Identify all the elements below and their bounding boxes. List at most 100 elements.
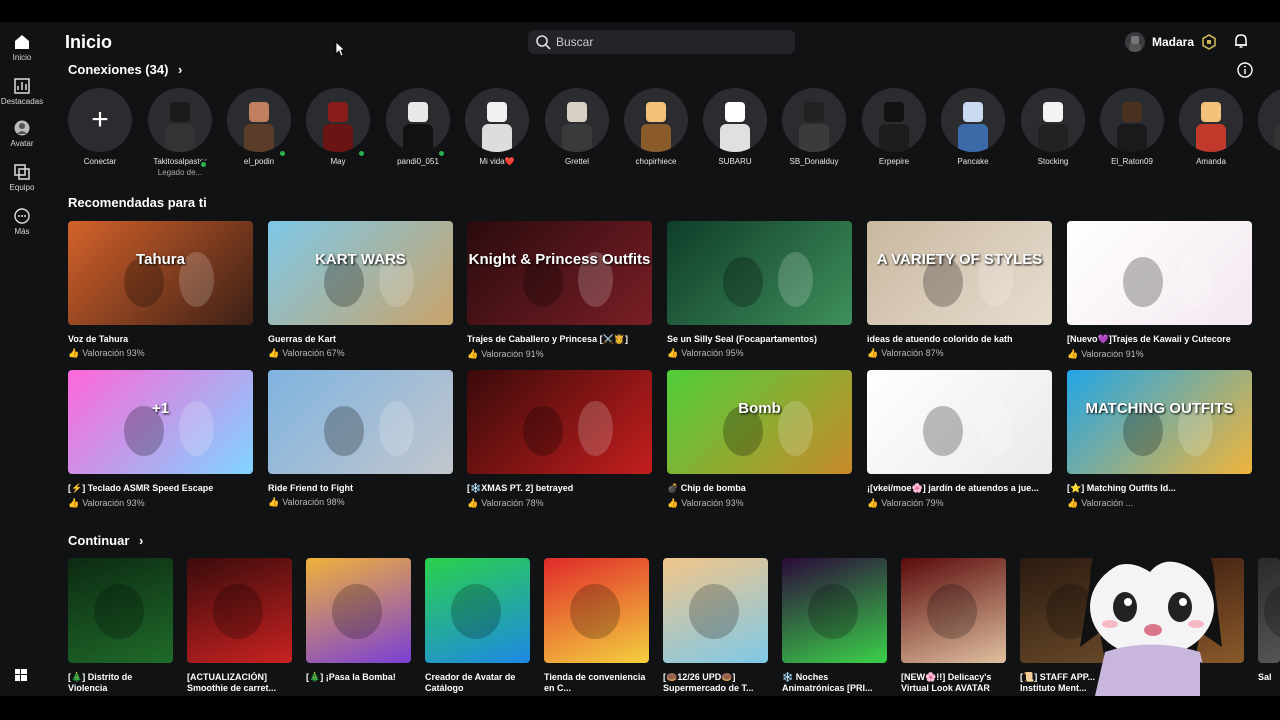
game-rating: 👍 Valoración 98%	[268, 497, 453, 508]
thumbs-up-icon: 👍	[268, 497, 280, 507]
continue-header[interactable]: Continuar ›	[68, 533, 143, 548]
game-thumbnail	[867, 370, 1052, 474]
continue-game-card[interactable]: ❄️ Noches Animatrónicas [PRI...	[782, 558, 887, 694]
friend-item[interactable]: chopirhiece	[622, 88, 690, 166]
friend-item[interactable]: Amanda	[1177, 88, 1245, 166]
game-rating: 👍 Valoración 78%	[467, 498, 652, 509]
friend-avatar	[624, 88, 688, 152]
nav-label: Destacadas	[0, 97, 44, 106]
thumbs-up-icon: 👍	[68, 348, 80, 358]
windows-logo-icon[interactable]	[14, 668, 28, 687]
friend-item[interactable]: M	[1256, 88, 1280, 166]
friend-item[interactable]: el_podin	[225, 88, 293, 166]
rating-text: Valoración ...	[1081, 498, 1134, 508]
nav-item-charts[interactable]: Destacadas	[0, 78, 44, 106]
friend-avatar	[782, 88, 846, 152]
friend-item[interactable]: El_Raton09	[1098, 88, 1166, 166]
game-rating: 👍 Valoración 93%	[68, 498, 253, 509]
rating-text: Valoración 87%	[881, 348, 944, 358]
nav-label: Equipo	[9, 183, 35, 192]
thumbs-up-icon: 👍	[68, 498, 80, 508]
mouse-cursor-icon	[335, 41, 345, 57]
game-card[interactable]: [❄️XMAS PT. 2] betrayed 👍 Valoración 78%	[467, 370, 652, 509]
game-title: [⭐] Matching Outfits Id...	[1067, 483, 1176, 493]
continue-game-card[interactable]: Sal	[1258, 558, 1280, 694]
connections-header[interactable]: Conexiones (34) ›	[68, 62, 182, 77]
continue-game-card[interactable]: [🎄] Distrito de Violencia	[68, 558, 173, 694]
game-title: Sal	[1258, 672, 1272, 682]
continue-game-card[interactable]: [🎄] ¡Pasa la Bomba!	[306, 558, 411, 694]
friend-item[interactable]: Pancake	[939, 88, 1007, 166]
game-title: [⚡] Teclado ASMR Speed Escape	[68, 483, 214, 493]
game-card[interactable]: [Nuevo💜]Trajes de Kawaii y Cutecore 👍 Valo…	[1067, 221, 1252, 360]
info-icon[interactable]	[1237, 62, 1253, 78]
game-card[interactable]: Ride Friend to Fight 👍 Valoración 98%	[268, 370, 453, 508]
game-title: [🎄] ¡Pasa la Bomba!	[306, 672, 396, 682]
friend-name: Pancake	[957, 157, 989, 166]
more-icon	[14, 208, 30, 224]
game-card[interactable]: +1 [⚡] Teclado ASMR Speed Escape 👍 Valoraci…	[68, 370, 253, 509]
continue-game-card[interactable]: [ACTUALIZACIÓN] Smoothie de carret...	[187, 558, 292, 694]
username: Madara	[1152, 35, 1195, 49]
nav-item-more[interactable]: Más	[0, 208, 44, 236]
friend-name: Grettel	[564, 157, 589, 166]
game-card[interactable]: Knight & Princess Outfits Trajes de Cabal…	[467, 221, 652, 360]
friend-avatar	[1179, 88, 1243, 152]
thumbnail-text: Bomb	[738, 400, 781, 417]
friend-name: Mi vida❤️	[479, 157, 515, 166]
friend-avatar	[227, 88, 291, 152]
friend-item[interactable]: SUBARU	[701, 88, 769, 166]
search-bar[interactable]: Buscar	[528, 30, 795, 54]
search-icon	[536, 35, 551, 50]
friend-name: Erpepire	[878, 157, 910, 166]
thumbs-up-icon: 👍	[268, 348, 280, 358]
game-card[interactable]: ¡[vkei/moe🌸] jardín de atuendos a jue...…	[867, 370, 1052, 509]
notification-bell-icon[interactable]	[1233, 33, 1249, 49]
game-thumbnail	[782, 558, 887, 663]
continue-game-card[interactable]: [NEW🌸!!] Delicacy's Virtual Look AVATAR	[901, 558, 1006, 694]
rating-text: Valoración 98%	[282, 497, 345, 507]
friend-name: pandi0_051	[397, 157, 439, 166]
continue-game-card[interactable]: Creador de Avatar de Catálogo	[425, 558, 530, 694]
friend-item[interactable]: Stocking	[1019, 88, 1087, 166]
game-rating: 👍 Valoración ...	[1067, 498, 1252, 509]
game-title: Voz de Tahura	[68, 334, 129, 344]
robux-icon[interactable]	[1201, 34, 1217, 50]
game-card[interactable]: KART WARS Guerras de Kart 👍 Valoración 67%	[268, 221, 453, 359]
connect-button[interactable]: + Conectar	[66, 88, 134, 166]
game-thumbnail: A VARIETY OF STYLES	[867, 221, 1052, 325]
user-profile[interactable]: Madara	[1125, 31, 1194, 53]
friend-item[interactable]: Erpepire	[860, 88, 928, 166]
continue-game-card[interactable]: Tienda de conveniencia en C...	[544, 558, 649, 694]
game-rating: 👍 Valoración 79%	[867, 498, 1052, 509]
thumbnail-text: KART WARS	[315, 251, 406, 268]
game-title: [❄️XMAS PT. 2] betrayed	[467, 483, 574, 493]
game-card[interactable]: Tahura Voz de Tahura 👍 Valoración 93%	[68, 221, 253, 359]
game-card[interactable]: MATCHING OUTFITS [⭐] Matching Outfits Id.…	[1067, 370, 1252, 509]
thumbs-up-icon: 👍	[467, 498, 479, 508]
search-placeholder: Buscar	[556, 35, 594, 49]
friend-item[interactable]: Takitosalpastor Legado de...	[146, 88, 214, 177]
rating-text: Valoración 91%	[1081, 349, 1144, 359]
friend-item[interactable]: Mi vida❤️	[463, 88, 531, 166]
friend-item[interactable]: SB_Donalduy	[780, 88, 848, 166]
nav-label: Avatar	[10, 139, 34, 148]
friend-item[interactable]: May	[304, 88, 372, 166]
streamer-avatar-overlay	[1080, 520, 1240, 696]
friend-item[interactable]: pandi0_051	[384, 88, 452, 166]
continue-game-card[interactable]: [🍩12/26 UPD🍩] Supermercado de T...	[663, 558, 768, 694]
friend-avatar	[862, 88, 926, 152]
nav-item-inventory[interactable]: Equipo	[0, 164, 44, 192]
friend-status: Legado de...	[157, 168, 203, 177]
game-thumbnail	[467, 370, 652, 474]
nav-item-home[interactable]: Inicio	[0, 34, 44, 62]
friend-item[interactable]: Grettel	[543, 88, 611, 166]
game-card[interactable]: A VARIETY OF STYLES ideas de atuendo colo…	[867, 221, 1052, 359]
game-thumbnail	[663, 558, 768, 663]
game-title: [Nuevo💜]Trajes de Kawaii y Cutecore	[1067, 334, 1231, 344]
game-card[interactable]: Se un Silly Seal (Focapartamentos) 👍 Valor…	[667, 221, 852, 359]
friend-avatar	[545, 88, 609, 152]
nav-item-avatar[interactable]: Avatar	[0, 120, 44, 148]
game-card[interactable]: Bomb 💣 Chip de bomba 👍 Valoración 93%	[667, 370, 852, 509]
avatar	[1125, 32, 1145, 52]
